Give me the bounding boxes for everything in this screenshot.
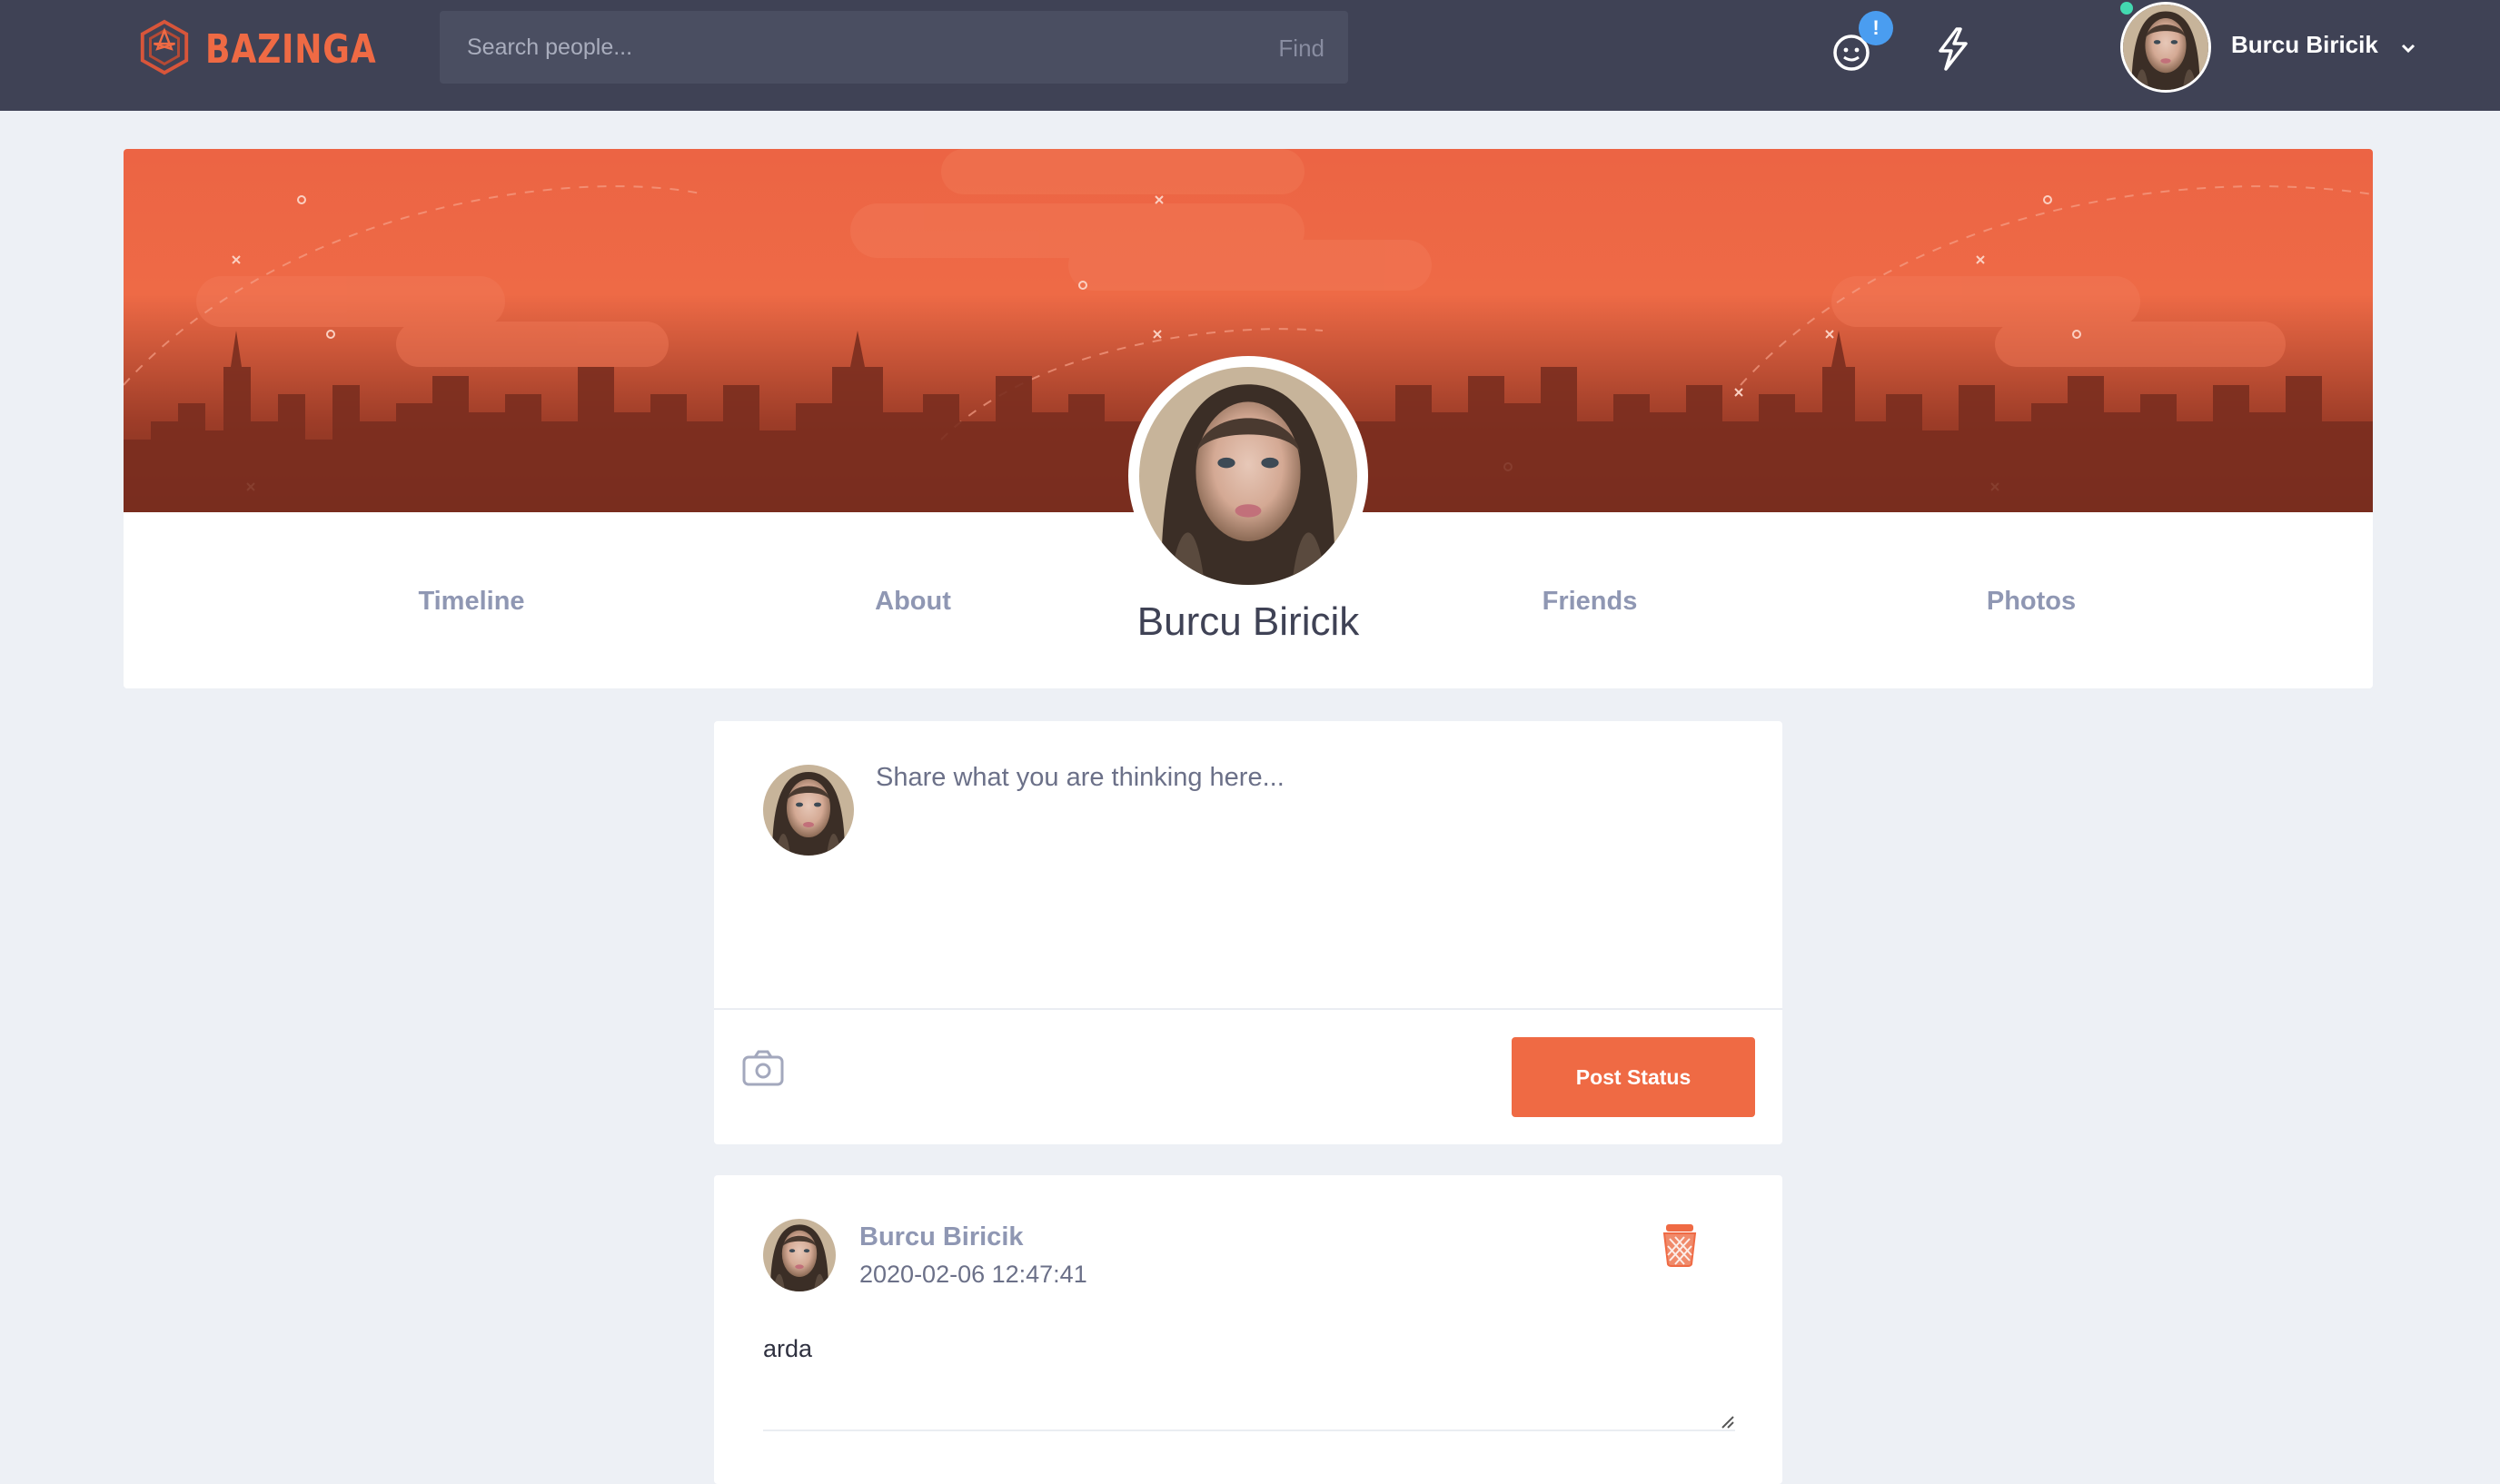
post-author-avatar[interactable] bbox=[763, 1219, 836, 1291]
notification-badge: ! bbox=[1859, 11, 1893, 45]
search-bar: Find bbox=[440, 11, 1348, 84]
status-composer: Post Status bbox=[714, 721, 1782, 1144]
chevron-down-icon[interactable] bbox=[2398, 38, 2418, 58]
tab-friends[interactable]: Friends bbox=[1543, 587, 1638, 617]
profile-header: Burcu Biricik Timeline About Friends Pho… bbox=[124, 149, 2373, 688]
trash-icon[interactable] bbox=[1661, 1222, 1699, 1268]
top-navbar: BAZINGA Find ! Burcu Biricik bbox=[0, 0, 2500, 111]
composer-divider bbox=[714, 1008, 1782, 1010]
lightning-icon[interactable] bbox=[1930, 25, 1977, 73]
post-body[interactable]: arda bbox=[763, 1335, 1735, 1431]
post-status-button[interactable]: Post Status bbox=[1512, 1037, 1755, 1117]
brand-logo[interactable]: BAZINGA bbox=[136, 19, 414, 80]
profile-avatar[interactable] bbox=[1128, 356, 1368, 596]
brand-name: BAZINGA bbox=[205, 25, 377, 73]
resize-handle-icon[interactable] bbox=[1719, 1408, 1735, 1429]
post-timestamp: 2020-02-06 12:47:41 bbox=[859, 1261, 1087, 1288]
tab-photos[interactable]: Photos bbox=[1987, 587, 2076, 617]
camera-icon[interactable] bbox=[741, 1048, 785, 1088]
user-menu-name[interactable]: Burcu Biricik bbox=[2231, 31, 2378, 59]
online-status-indicator bbox=[2120, 2, 2133, 15]
profile-name: Burcu Biricik bbox=[1136, 599, 1360, 644]
post-card: Burcu Biricik 2020-02-06 12:47:41 arda bbox=[714, 1175, 1782, 1484]
user-avatar[interactable] bbox=[2120, 2, 2211, 93]
search-input[interactable] bbox=[440, 11, 1221, 84]
tab-timeline[interactable]: Timeline bbox=[418, 587, 524, 617]
tab-about[interactable]: About bbox=[875, 587, 951, 617]
post-author-name[interactable]: Burcu Biricik bbox=[859, 1222, 1024, 1252]
find-button[interactable]: Find bbox=[1278, 35, 1324, 63]
status-input[interactable] bbox=[874, 761, 1750, 946]
bazinga-logo-icon bbox=[136, 19, 193, 80]
post-text: arda bbox=[763, 1335, 813, 1362]
composer-avatar bbox=[763, 765, 854, 856]
